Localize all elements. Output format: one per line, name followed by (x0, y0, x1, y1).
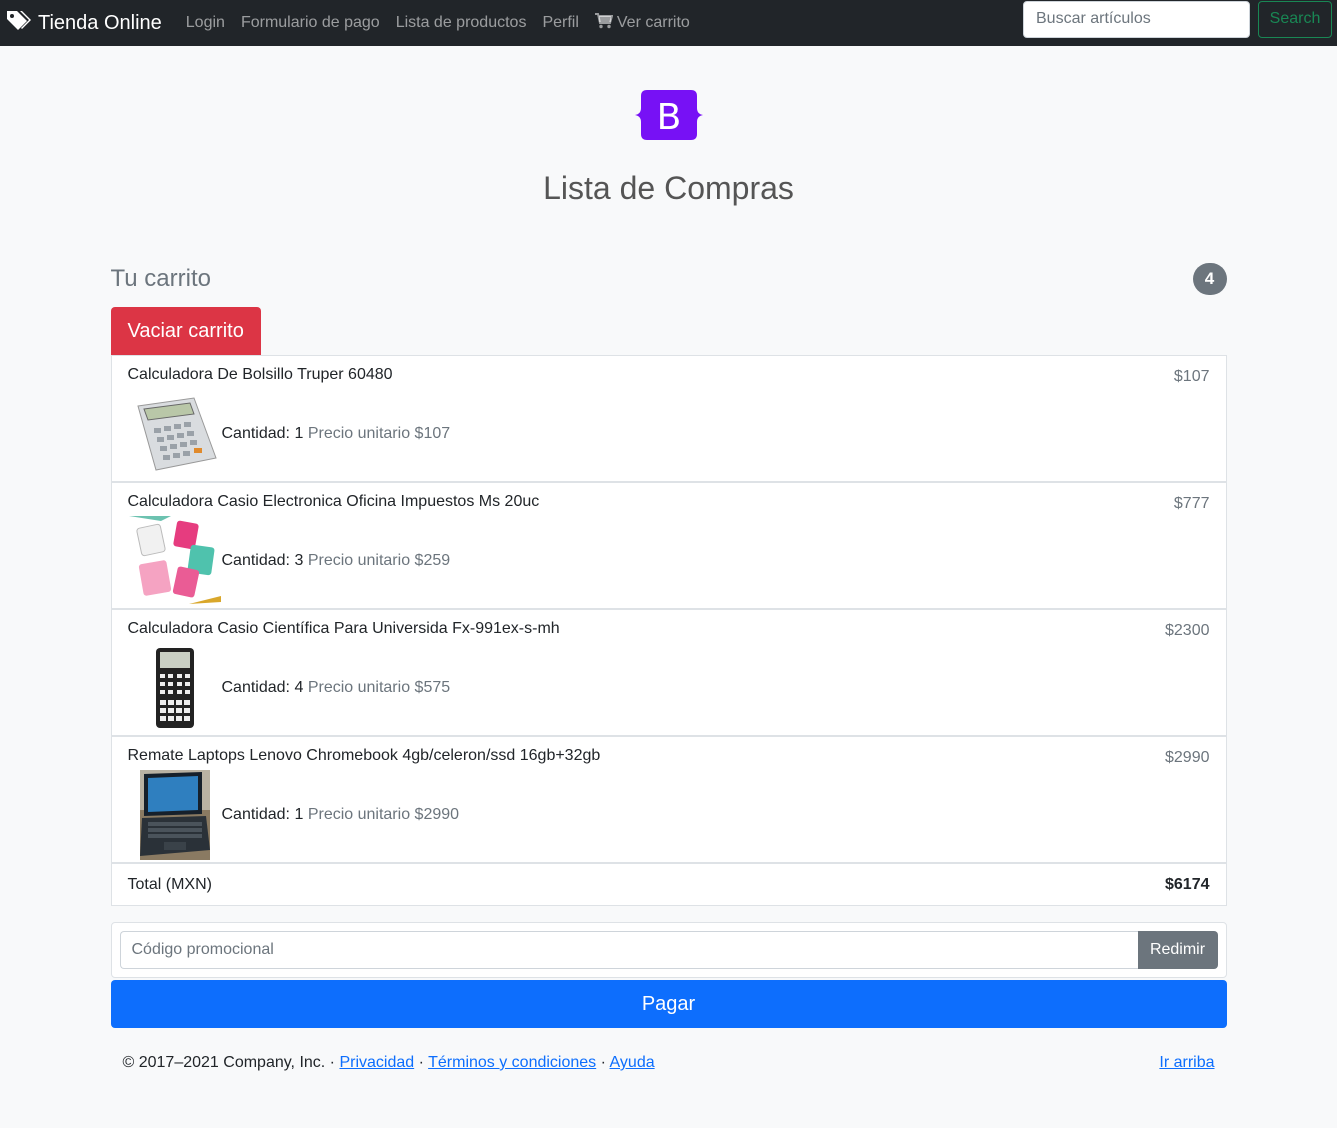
logo-wrap: B (0, 86, 1337, 144)
cart-item: Calculadora Casio Electronica Oficina Im… (111, 483, 1226, 610)
total-value: $6174 (1165, 875, 1210, 893)
unit-price-value: $2990 (414, 806, 460, 823)
search-form: Search (1023, 0, 1332, 38)
brand-link[interactable]: Tienda Online (6, 9, 162, 37)
nav-link-login[interactable]: Login (186, 14, 225, 32)
unit-price-value: $259 (414, 552, 451, 569)
logo-letter: B (656, 97, 681, 138)
item-price: $2990 (1165, 749, 1210, 766)
cart-header: Tu carrito 4 (111, 263, 1227, 295)
quantity-label: Cantidad: (221, 806, 291, 823)
separator: · (600, 1054, 606, 1071)
item-name: Calculadora De Bolsillo Truper 60480 (127, 366, 393, 383)
nav-link-profile[interactable]: Perfil (542, 14, 578, 32)
item-name: Remate Laptops Lenovo Chromebook 4gb/cel… (127, 747, 601, 764)
quantity-label: Cantidad: (221, 425, 291, 442)
item-price: $2300 (1165, 622, 1210, 639)
quantity-value: 1 (294, 806, 304, 823)
item-info: Cantidad: 3 Precio unitario $259 (222, 552, 451, 570)
cart-item: Calculadora De Bolsillo Truper 60480 $10… (111, 356, 1226, 483)
cart-list: Calculadora De Bolsillo Truper 60480 $10… (110, 355, 1227, 906)
cart-item: Calculadora Casio Científica Para Univer… (111, 610, 1226, 737)
navbar: Tienda Online Login Formulario de pago L… (0, 0, 1337, 46)
item-info: Cantidad: 4 Precio unitario $575 (222, 679, 451, 697)
brand-name: Tienda Online (38, 11, 162, 34)
item-body: Cantidad: 1 Precio unitario $2990 (128, 769, 1210, 861)
nav-link-view-cart[interactable]: Ver carrito (594, 12, 690, 34)
item-name: Calculadora Casio Científica Para Univer… (127, 620, 560, 637)
separator: · (418, 1054, 424, 1071)
unit-price-label: Precio unitario (307, 425, 411, 442)
search-input[interactable] (1023, 0, 1250, 38)
tags-icon (6, 9, 38, 37)
cart-item: Remate Laptops Lenovo Chromebook 4gb/cel… (111, 737, 1226, 864)
product-image-laptop (128, 769, 222, 861)
promo-code-input[interactable] (119, 931, 1138, 969)
search-button[interactable]: Search (1258, 0, 1332, 38)
item-price: $777 (1173, 495, 1210, 512)
item-price: $107 (1173, 368, 1210, 385)
quantity-label: Cantidad: (221, 552, 291, 569)
unit-price-label: Precio unitario (307, 806, 411, 823)
item-body: Cantidad: 3 Precio unitario $259 (128, 515, 1210, 607)
unit-price-value: $575 (414, 679, 451, 696)
copyright-text: © 2017–2021 Company, Inc. · (122, 1054, 336, 1071)
item-name: Calculadora Casio Electronica Oficina Im… (127, 493, 540, 510)
cart-icon (594, 12, 617, 34)
total-label: Total (MXN) (127, 875, 212, 893)
cart-count-badge: 4 (1192, 263, 1227, 295)
main-container: Tu carrito 4 Vaciar carrito Calculadora … (110, 263, 1227, 1072)
product-image-scientific-calculator (128, 642, 222, 734)
promo-form: Redimir (110, 922, 1227, 978)
unit-price-label: Precio unitario (307, 552, 411, 569)
quantity-value: 1 (294, 425, 304, 442)
item-body: Cantidad: 4 Precio unitario $575 (128, 642, 1210, 734)
back-to-top-link[interactable]: Ir arriba (1159, 1054, 1214, 1072)
footer: © 2017–2021 Company, Inc. · Privacidad ·… (111, 1054, 1227, 1072)
item-info: Cantidad: 1 Precio unitario $107 (222, 425, 451, 443)
cart-title: Tu carrito (110, 265, 211, 292)
page-title: Lista de Compras (543, 170, 794, 206)
total-row: Total (MXN) $6174 (112, 864, 1226, 905)
empty-cart-button[interactable]: Vaciar carrito (110, 307, 261, 355)
product-image-calculator (128, 388, 222, 480)
item-info: Cantidad: 1 Precio unitario $2990 (222, 806, 460, 824)
redeem-button[interactable]: Redimir (1137, 931, 1218, 969)
product-image-calculators (128, 515, 222, 607)
quantity-value: 4 (294, 679, 304, 696)
nav-links: Login Formulario de pago Lista de produc… (186, 12, 706, 34)
quantity-label: Cantidad: (221, 679, 291, 696)
view-cart-label: Ver carrito (616, 14, 690, 31)
quantity-value: 3 (294, 552, 304, 569)
unit-price-value: $107 (414, 425, 451, 442)
unit-price-label: Precio unitario (307, 679, 411, 696)
nav-link-product-list[interactable]: Lista de productos (396, 14, 527, 32)
terms-link[interactable]: Términos y condiciones (428, 1054, 596, 1071)
pay-button[interactable]: Pagar (110, 980, 1227, 1028)
footer-left: © 2017–2021 Company, Inc. · Privacidad ·… (123, 1054, 655, 1072)
item-body: Cantidad: 1 Precio unitario $107 (128, 388, 1210, 480)
privacy-link[interactable]: Privacidad (339, 1054, 414, 1071)
bootstrap-logo-icon: B (634, 90, 703, 140)
help-link[interactable]: Ayuda (610, 1054, 655, 1071)
nav-link-payment-form[interactable]: Formulario de pago (241, 14, 380, 32)
